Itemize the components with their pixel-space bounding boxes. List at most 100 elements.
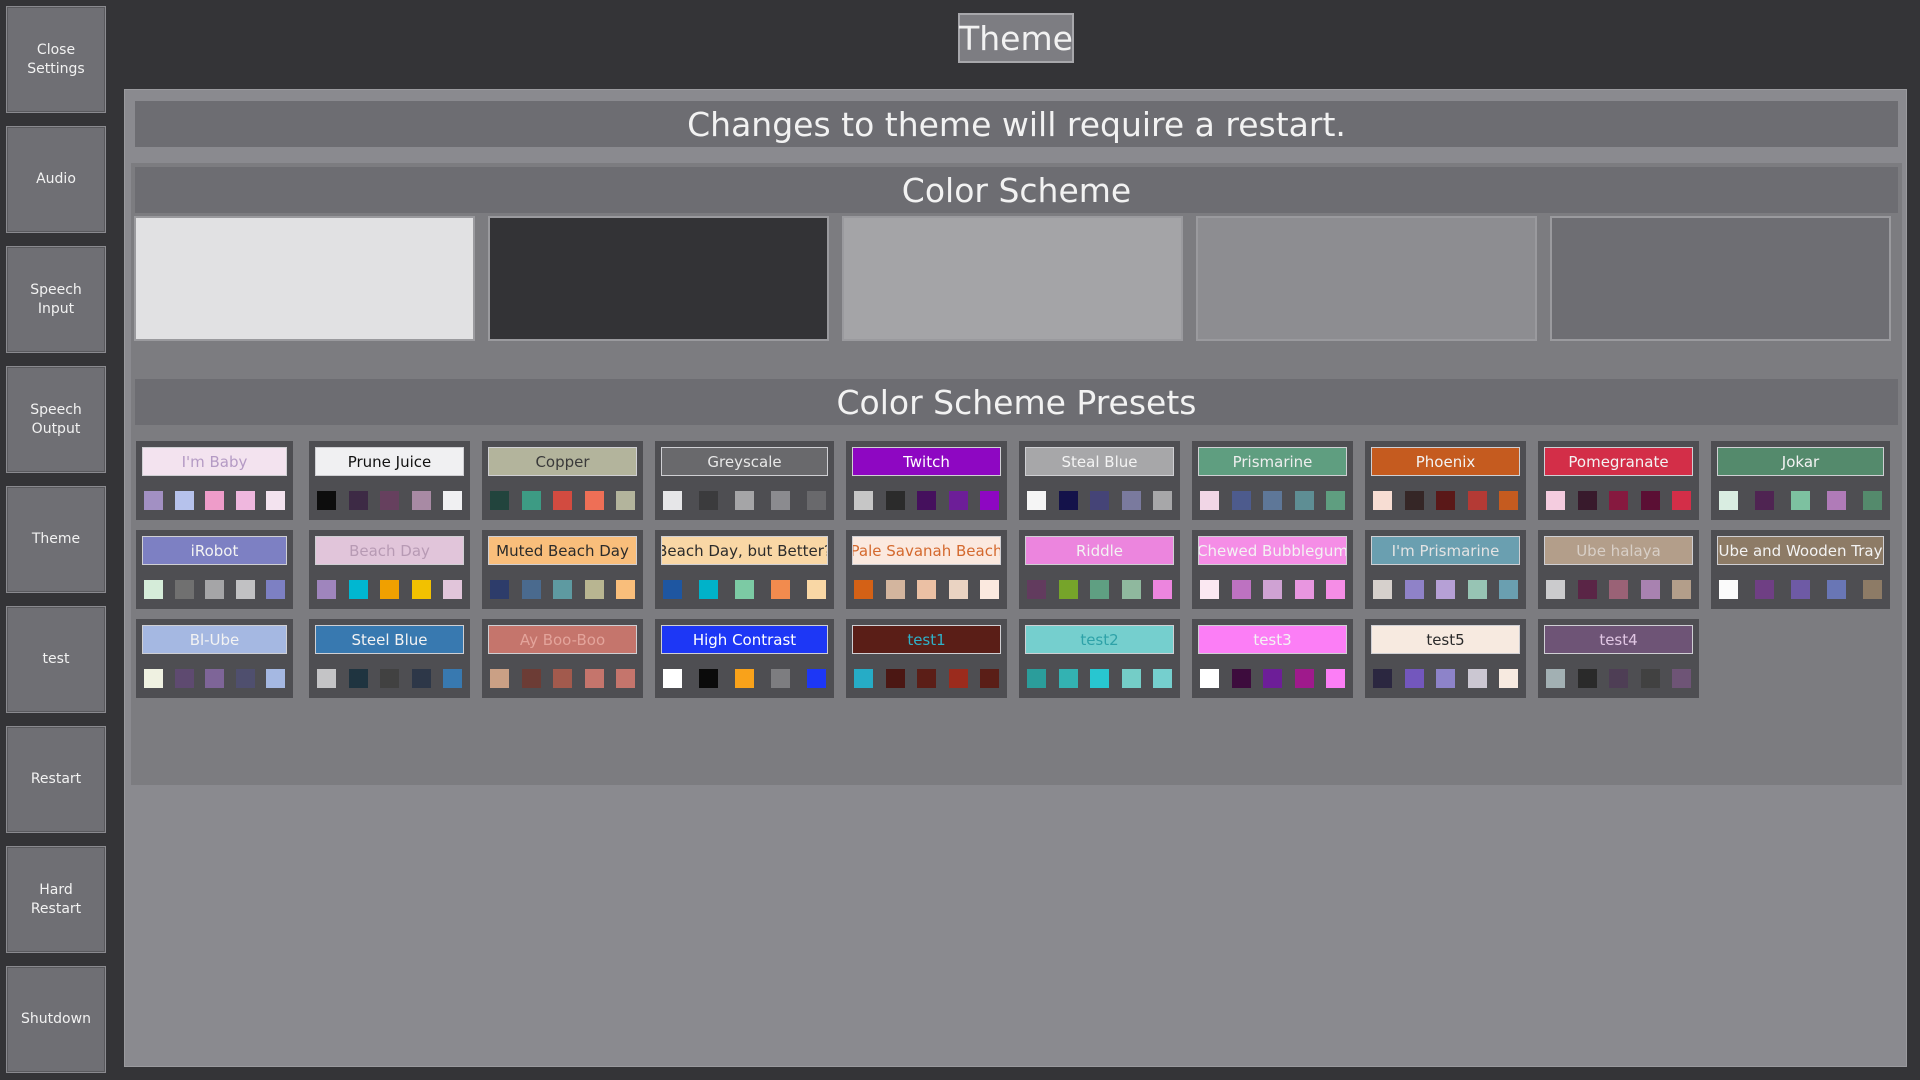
preset-color-swatch [1326,580,1345,599]
preset-card[interactable]: Riddle [1019,530,1180,609]
preset-label[interactable]: Prune Juice [315,447,464,476]
preset-color-swatch [1467,580,1487,599]
preset-color-swatch [1326,669,1345,688]
preset-label[interactable]: Ube halaya [1544,536,1693,565]
preset-label[interactable]: Chewed Bubblegum [1198,536,1347,565]
preset-color-swatch [1719,580,1738,599]
preset-color-swatch [1294,491,1314,510]
preset-color-swatch [174,669,194,688]
sidebar-button-audio[interactable]: Audio [6,126,106,233]
color-scheme-swatch-2[interactable] [488,216,829,341]
preset-card[interactable]: High Contrast [655,619,834,698]
preset-card[interactable]: iRobot [136,530,293,609]
sidebar-button-shutdown[interactable]: Shutdown [6,966,106,1073]
sidebar-button-theme[interactable]: Theme [6,486,106,593]
preset-label[interactable]: Twitch [852,447,1001,476]
preset-label[interactable]: Steal Blue [1025,447,1174,476]
preset-label[interactable]: Pale Savanah Beach [852,536,1001,565]
preset-card[interactable]: Ay Boo-Boo [482,619,643,698]
preset-card[interactable]: Copper [482,441,643,520]
preset-color-swatch [1153,491,1172,510]
color-scheme-swatch-1[interactable] [134,216,475,341]
preset-color-swatch [1404,580,1424,599]
preset-label[interactable]: Greyscale [661,447,828,476]
preset-label[interactable]: Beach Day, but Better? [661,536,828,565]
preset-card[interactable]: Greyscale [655,441,834,520]
preset-color-swatch [1404,491,1424,510]
preset-color-swatch [1609,580,1628,599]
preset-label[interactable]: Ube and Wooden Tray [1717,536,1884,565]
preset-card[interactable]: Jokar [1711,441,1890,520]
color-scheme-swatch-3[interactable] [842,216,1183,341]
preset-label[interactable]: High Contrast [661,625,828,654]
sidebar-button-test[interactable]: test [6,606,106,713]
preset-card[interactable]: Prismarine [1192,441,1353,520]
sidebar-button-speech-output[interactable]: Speech Output [6,366,106,473]
sidebar-button-close-settings[interactable]: Close Settings [6,6,106,113]
preset-color-swatch [490,491,509,510]
preset-color-swatch [1090,669,1109,688]
sidebar-button-restart[interactable]: Restart [6,726,106,833]
color-scheme-swatch-4[interactable] [1196,216,1537,341]
preset-label[interactable]: test3 [1198,625,1347,654]
preset-label[interactable]: test2 [1025,625,1174,654]
preset-card[interactable]: Beach Day, but Better? [655,530,834,609]
color-scheme-swatch-5[interactable] [1550,216,1891,341]
preset-label[interactable]: Prismarine [1198,447,1347,476]
preset-color-swatch [235,491,255,510]
preset-card[interactable]: test5 [1365,619,1526,698]
preset-label[interactable]: Beach Day [315,536,464,565]
settings-sidebar: Close Settings Audio Speech Input Speech Ou… [0,0,112,1080]
preset-card[interactable]: I'm Prismarine [1365,530,1526,609]
preset-color-swatch [490,669,509,688]
sidebar-button-speech-input[interactable]: Speech Input [6,246,106,353]
preset-label[interactable]: test5 [1371,625,1520,654]
preset-card[interactable]: Phoenix [1365,441,1526,520]
preset-card[interactable]: Pale Savanah Beach [846,530,1007,609]
preset-color-swatch [1058,580,1078,599]
preset-label[interactable]: Phoenix [1371,447,1520,476]
preset-label[interactable]: Bl-Ube [142,625,287,654]
preset-label[interactable]: Riddle [1025,536,1174,565]
preset-label[interactable]: I'm Prismarine [1371,536,1520,565]
preset-label[interactable]: Copper [488,447,637,476]
preset-color-swatch [854,580,873,599]
preset-label[interactable]: Muted Beach Day [488,536,637,565]
preset-label[interactable]: Pomegranate [1544,447,1693,476]
sidebar-button-hard-restart[interactable]: Hard Restart [6,846,106,953]
preset-card[interactable]: Ube halaya [1538,530,1699,609]
preset-color-swatch [917,669,936,688]
preset-color-swatch [411,580,431,599]
preset-label[interactable]: Ay Boo-Boo [488,625,637,654]
preset-label[interactable]: test1 [852,625,1001,654]
preset-card[interactable]: Bl-Ube [136,619,293,698]
preset-card[interactable]: Prune Juice [309,441,470,520]
preset-card[interactable]: Beach Day [309,530,470,609]
preset-card[interactable]: test4 [1538,619,1699,698]
preset-label[interactable]: Steel Blue [315,625,464,654]
preset-color-swatch [521,491,541,510]
preset-card[interactable]: Muted Beach Day [482,530,643,609]
preset-card[interactable]: test3 [1192,619,1353,698]
preset-card[interactable]: test1 [846,619,1007,698]
preset-color-swatch [1058,491,1078,510]
preset-color-swatch [807,491,826,510]
preset-color-swatch [771,580,790,599]
preset-card[interactable]: Steal Blue [1019,441,1180,520]
preset-card[interactable]: Steel Blue [309,619,470,698]
preset-card[interactable]: Twitch [846,441,1007,520]
preset-card[interactable]: test2 [1019,619,1180,698]
preset-label[interactable]: Jokar [1717,447,1884,476]
preset-label[interactable]: iRobot [142,536,287,565]
preset-label[interactable]: test4 [1544,625,1693,654]
preset-card[interactable]: Ube and Wooden Tray [1711,530,1890,609]
preset-card[interactable]: Chewed Bubblegum [1192,530,1353,609]
preset-color-swatch [885,580,905,599]
preset-label[interactable]: I'm Baby [142,447,287,476]
preset-color-swatch [584,491,604,510]
preset-card[interactable]: I'm Baby [136,441,293,520]
preset-color-swatch [1827,580,1846,599]
preset-card[interactable]: Pomegranate [1538,441,1699,520]
preset-color-swatch [1121,491,1141,510]
preset-color-swatch [699,669,718,688]
